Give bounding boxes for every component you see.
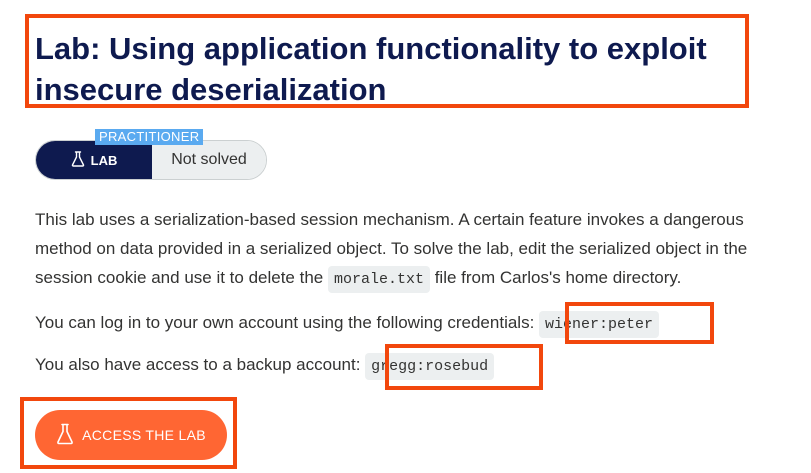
backup-credentials-text: You also have access to a backup account… bbox=[35, 355, 366, 374]
level-badge: PRACTITIONER bbox=[95, 129, 204, 145]
highlight-access-button bbox=[20, 397, 237, 469]
highlight-backup-credentials bbox=[385, 344, 543, 390]
description-text-2: file from Carlos's home directory. bbox=[429, 268, 682, 287]
status-label: Not solved bbox=[171, 151, 247, 168]
highlight-title-box bbox=[25, 14, 749, 108]
highlight-own-credentials bbox=[565, 302, 714, 344]
lab-label-segment: LAB bbox=[36, 141, 152, 179]
lab-description: This lab uses a serialization-based sess… bbox=[35, 205, 795, 294]
status-segment: Not solved bbox=[152, 141, 266, 179]
flask-icon bbox=[71, 150, 85, 170]
lab-badge: PRACTITIONER LAB Not solved bbox=[35, 129, 267, 180]
lab-status-pill: LAB Not solved bbox=[35, 140, 267, 180]
own-credentials-text: You can log in to your own account using… bbox=[35, 313, 540, 332]
lab-label: LAB bbox=[90, 152, 118, 168]
file-code: morale.txt bbox=[327, 266, 430, 293]
